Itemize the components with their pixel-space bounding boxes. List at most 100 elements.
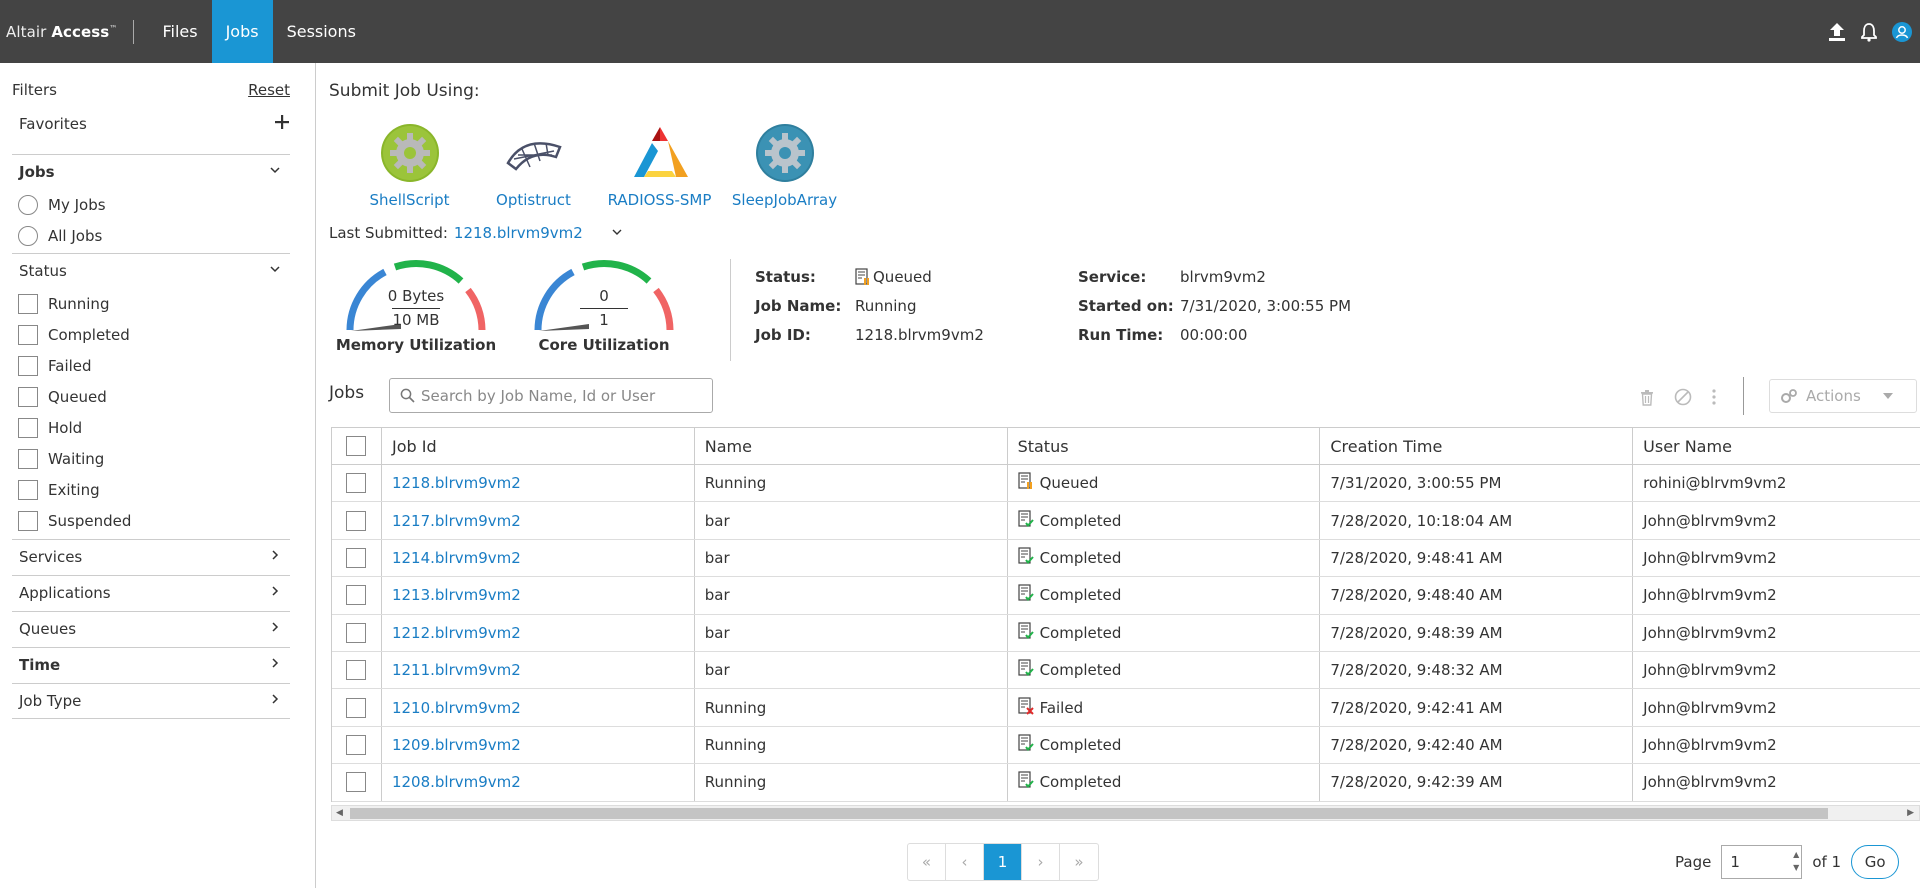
job-search-input[interactable]: Search by Job Name, Id or User (389, 378, 713, 413)
filter-status-suspended[interactable]: Suspended (12, 505, 290, 536)
queued-checkbox[interactable] (18, 386, 38, 407)
table-row[interactable]: 1214.blrvm9vm2 bar Completed 7/28/2020, 9:4… (332, 539, 1920, 578)
job-id-link[interactable]: 1214.blrvm9vm2 (382, 539, 695, 577)
column-header-status[interactable]: Status (1008, 428, 1321, 464)
row-checkbox[interactable] (346, 772, 367, 793)
table-row[interactable]: 1211.blrvm9vm2 bar Completed 7/28/2020, 9:4… (332, 651, 1920, 690)
services-filter-section[interactable]: Services (12, 539, 290, 574)
row-checkbox[interactable] (346, 697, 367, 718)
filter-my-jobs[interactable]: My Jobs (12, 189, 290, 220)
column-header-user-name[interactable]: User Name (1633, 428, 1920, 464)
job-type-filter-section[interactable]: Job Type (12, 683, 290, 719)
hold-checkbox[interactable] (18, 417, 38, 438)
current-page-button[interactable]: 1 (984, 844, 1022, 880)
table-row[interactable]: 1218.blrvm9vm2 Running Queued 7/31/2020, 3:… (332, 465, 1920, 503)
jobs-section-label: Jobs (19, 163, 55, 181)
job-id-link[interactable]: 1208.blrvm9vm2 (382, 764, 695, 801)
filter-status-completed[interactable]: Completed (12, 319, 290, 350)
filter-status-waiting[interactable]: Waiting (12, 443, 290, 474)
table-row[interactable]: 1210.blrvm9vm2 Running Failed 7/28/2020, 9:… (332, 689, 1920, 727)
row-checkbox[interactable] (346, 547, 367, 568)
queues-filter-section[interactable]: Queues (12, 611, 290, 646)
reset-filters-link[interactable]: Reset (248, 81, 290, 99)
app-logo[interactable]: Altair Access™ (0, 23, 117, 41)
tab-sessions[interactable]: Sessions (273, 0, 370, 63)
column-header-creation-time[interactable]: Creation Time (1320, 428, 1634, 464)
cancel-ban-icon[interactable] (1674, 388, 1692, 410)
failed-checkbox[interactable] (18, 355, 38, 376)
column-header-job-id[interactable]: Job Id (382, 428, 695, 464)
last-submitted-job-link[interactable]: 1218.blrvm9vm2 (454, 224, 583, 242)
actions-label: Actions (1806, 387, 1861, 405)
jobs-table-title: Jobs (329, 383, 365, 403)
filter-status-running[interactable]: Running (12, 288, 290, 319)
last-page-button[interactable]: » (1060, 844, 1098, 880)
tab-files[interactable]: Files (148, 0, 211, 63)
chevron-down-icon[interactable] (611, 224, 623, 242)
row-checkbox[interactable] (346, 622, 367, 643)
table-row[interactable]: 1213.blrvm9vm2 bar Completed 7/28/2020, 9:4… (332, 577, 1920, 615)
job-id-link[interactable]: 1217.blrvm9vm2 (382, 502, 695, 539)
page-spinner-icon[interactable]: ▲ ▼ (1793, 848, 1799, 874)
time-filter-section[interactable]: Time (12, 647, 290, 682)
table-row[interactable]: 1217.blrvm9vm2 bar Completed 7/28/2020, 10:… (332, 502, 1920, 540)
jobs-section-header[interactable]: Jobs (12, 155, 290, 189)
job-user-cell: John@blrvm9vm2 (1643, 661, 1777, 680)
table-row[interactable]: 1209.blrvm9vm2 Running Completed 7/28/2020,… (332, 726, 1920, 765)
filter-status-queued[interactable]: Queued (12, 381, 290, 412)
applications-filter-section[interactable]: Applications (12, 575, 290, 610)
delete-trash-icon[interactable] (1640, 389, 1654, 410)
job-status-text: Failed (1039, 698, 1084, 717)
row-checkbox[interactable] (346, 473, 367, 494)
next-page-button[interactable]: › (1022, 844, 1060, 880)
job-id-link[interactable]: 1218.blrvm9vm2 (382, 465, 695, 502)
table-row[interactable]: 1212.blrvm9vm2 bar Completed 7/28/2020, 9:4… (332, 614, 1920, 652)
filter-status-exiting[interactable]: Exiting (12, 474, 290, 505)
tab-jobs[interactable]: Jobs (211, 0, 273, 63)
row-checkbox[interactable] (346, 660, 367, 681)
app-radioss-smp[interactable]: RADIOSS-SMP (597, 121, 722, 209)
horizontal-scrollbar[interactable]: ◀ ▶ (331, 805, 1920, 821)
app-sleepjobarray[interactable]: SleepJobArray (722, 121, 847, 209)
actions-dropdown[interactable]: Actions (1769, 379, 1917, 413)
row-checkbox[interactable] (346, 734, 367, 755)
prev-page-button[interactable]: ‹ (946, 844, 984, 880)
upload-icon[interactable] (1828, 22, 1846, 42)
page-number-input[interactable]: 1 ▲ ▼ (1721, 845, 1803, 879)
table-row[interactable]: 1208.blrvm9vm2 Running Completed 7/28/2020,… (332, 764, 1920, 802)
page-number-value: 1 (1730, 853, 1740, 871)
filter-status-failed[interactable]: Failed (12, 350, 290, 381)
column-header-name[interactable]: Name (695, 428, 1008, 464)
exiting-checkbox[interactable] (18, 479, 38, 500)
scroll-left-arrow-icon[interactable]: ◀ (336, 808, 343, 818)
select-all-checkbox[interactable] (346, 436, 367, 456)
status-section-header[interactable]: Status (12, 254, 290, 288)
queues-section-label: Queues (19, 620, 77, 638)
bell-icon[interactable] (1860, 22, 1878, 42)
row-checkbox[interactable] (346, 585, 367, 606)
job-id-link[interactable]: 1213.blrvm9vm2 (382, 577, 695, 614)
go-button[interactable]: Go (1851, 845, 1900, 879)
scrollbar-thumb[interactable] (350, 808, 1828, 819)
scroll-right-arrow-icon[interactable]: ▶ (1907, 808, 1914, 818)
all-jobs-radio[interactable] (18, 225, 38, 246)
suspended-checkbox[interactable] (18, 510, 38, 531)
my-jobs-radio[interactable] (18, 194, 38, 215)
filter-all-jobs[interactable]: All Jobs (12, 220, 290, 251)
job-status-text: Completed (1039, 773, 1122, 792)
app-shellscript[interactable]: ShellScript (347, 121, 472, 209)
filter-status-hold[interactable]: Hold (12, 412, 290, 443)
add-favorite-plus-icon[interactable] (275, 115, 289, 133)
first-page-button[interactable]: « (908, 844, 946, 880)
more-vertical-icon[interactable] (1712, 389, 1716, 409)
job-id-link[interactable]: 1212.blrvm9vm2 (382, 614, 695, 651)
row-checkbox[interactable] (346, 510, 367, 531)
user-avatar-icon[interactable] (1892, 21, 1912, 42)
running-checkbox[interactable] (18, 293, 38, 314)
completed-checkbox[interactable] (18, 324, 38, 345)
app-optistruct[interactable]: Optistruct (471, 121, 596, 209)
job-id-link[interactable]: 1211.blrvm9vm2 (382, 651, 695, 689)
job-id-link[interactable]: 1209.blrvm9vm2 (382, 726, 695, 764)
job-id-link[interactable]: 1210.blrvm9vm2 (382, 689, 695, 726)
waiting-checkbox[interactable] (18, 448, 38, 469)
